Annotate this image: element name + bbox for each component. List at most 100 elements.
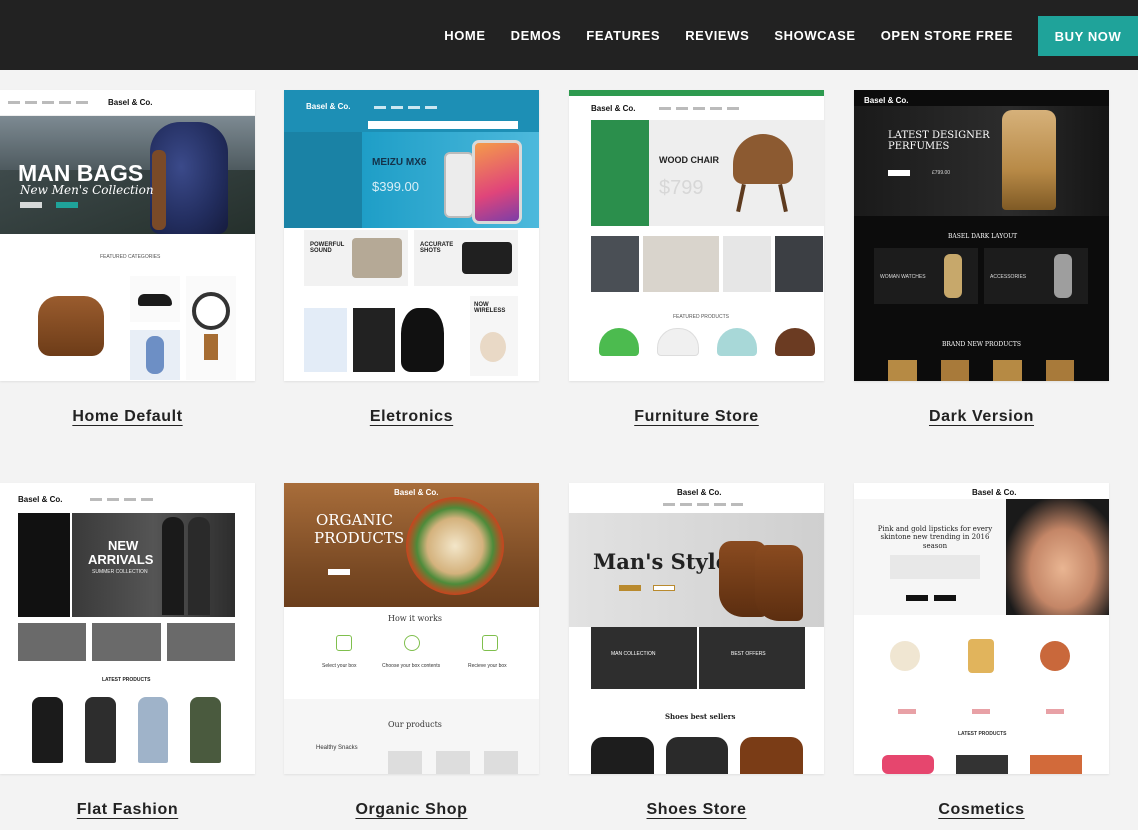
hero-headline: NEW [108, 538, 139, 553]
hero-headline: ARRIVALS [88, 552, 154, 567]
model-image [162, 517, 184, 615]
demo-title-cosmetics[interactable]: Cosmetics [854, 801, 1109, 819]
hero-tagline: New Men's Collection [20, 183, 154, 197]
product-image [1030, 755, 1082, 774]
how-it-works-title: How it works [388, 614, 442, 623]
hero-product-name: MEIZU MX6 [372, 157, 427, 168]
chair-white-image [657, 328, 699, 356]
shoe-product-image [740, 737, 804, 774]
hero-price: $799 [659, 177, 704, 199]
section-title: Shoes best sellers [665, 712, 736, 721]
duffel-bag-image [38, 296, 104, 356]
category-menu [591, 120, 649, 226]
hero-headline: LATEST DESIGNER PERFUMES [888, 130, 990, 152]
preview-header: Basel & Co. [284, 90, 539, 132]
salad-bowl-image [406, 497, 504, 595]
preview-logo: Basel & Co. [864, 96, 909, 105]
shoe-product-image [665, 737, 729, 774]
demo-title-organic-shop[interactable]: Organic Shop [284, 801, 539, 819]
phone-image [472, 140, 522, 224]
preview-logo: Basel & Co. [591, 104, 636, 113]
preview-logo: Basel & Co. [394, 488, 439, 497]
cream-jar-image [890, 641, 920, 671]
powder-image [1040, 641, 1070, 671]
chair-brown-image [775, 328, 815, 356]
section-title: FEATURED CATEGORIES [100, 254, 161, 260]
preview-logo: Basel & Co. [677, 488, 722, 497]
product-image [190, 697, 221, 763]
top-navbar: HOME DEMOS FEATURES REVIEWS SHOWCASE OPE… [0, 0, 1138, 70]
hero-headline: PRODUCTS [314, 529, 405, 547]
demo-title-furniture-store[interactable]: Furniture Store [569, 408, 824, 426]
hero-subtitle: SUMMER COLLECTION [92, 569, 148, 575]
watch-silver-image [1054, 254, 1072, 298]
preview-logo: Basel & Co. [972, 488, 1017, 497]
camera-image [462, 242, 512, 274]
nav-reviews[interactable]: REVIEWS [685, 28, 749, 43]
section-title: LATEST PRODUCTS [102, 677, 151, 683]
demo-preview-flat-fashion[interactable]: Basel & Co. NEW ARRIVALS SUMMER COLLECTI… [0, 483, 255, 774]
demo-title-home-default[interactable]: Home Default [0, 408, 255, 426]
demo-preview-cosmetics[interactable]: Basel & Co. Pink and gold lipsticks for … [854, 483, 1109, 774]
model-image [188, 517, 210, 615]
hero-price: $399.00 [372, 179, 419, 194]
search-input [368, 121, 518, 129]
collection-tiles [18, 623, 235, 661]
chair-teal-image [717, 328, 757, 356]
nav-open-store-free[interactable]: OPEN STORE FREE [881, 28, 1013, 43]
phone-product-image [352, 308, 396, 372]
category-menu [18, 513, 70, 617]
demo-title-flat-fashion[interactable]: Flat Fashion [0, 801, 255, 819]
speaker-product-image [401, 308, 445, 372]
chair-green-image [599, 328, 639, 356]
preview-header: Basel & Co. [0, 90, 255, 116]
product-image [882, 755, 934, 774]
speaker-image [352, 238, 402, 278]
boot-image [755, 545, 803, 621]
nav-showcase[interactable]: SHOWCASE [774, 28, 855, 43]
demo-title-dark-version[interactable]: Dark Version [854, 408, 1109, 426]
demo-title-shoes-store[interactable]: Shoes Store [569, 801, 824, 819]
demo-preview-home-default[interactable]: Basel & Co. MAN BAGS New Men's Collectio… [0, 90, 255, 381]
preview-logo: Basel & Co. [108, 98, 153, 107]
demo-preview-dark-version[interactable]: Basel & Co. LATEST DESIGNER PERFUMES £79… [854, 90, 1109, 381]
our-products-title: Our products [388, 720, 442, 729]
room-gallery [591, 236, 823, 292]
leaf-icon [404, 635, 420, 651]
section-title: BASEL DARK LAYOUT [948, 233, 1018, 240]
headphones-image [480, 332, 506, 362]
shoe-product-image [591, 737, 654, 774]
hero-headline: Man's Style [593, 549, 730, 574]
demo-preview-organic-shop[interactable]: Basel & Co. ORGANIC PRODUCTS How it work… [284, 483, 539, 774]
nav-features[interactable]: FEATURES [586, 28, 660, 43]
demo-preview-furniture-store[interactable]: Basel & Co. WOOD CHAIR $799 FEATURED PRO… [569, 90, 824, 381]
nav-demos[interactable]: DEMOS [511, 28, 562, 43]
nav-home[interactable]: HOME [444, 28, 485, 43]
model-face-image [1006, 499, 1109, 615]
product-image [137, 697, 169, 763]
category-menu [284, 132, 362, 228]
product-image [84, 697, 116, 763]
hero-headline: ORGANIC [316, 511, 393, 529]
preview-logo: Basel & Co. [18, 495, 63, 504]
hero-banner [854, 106, 1109, 216]
product-image [32, 697, 63, 763]
demo-title-eletronics[interactable]: Eletronics [284, 408, 539, 426]
brush-set-image [890, 555, 980, 579]
section-title: FEATURED PRODUCTS [673, 314, 730, 320]
hero-headline: WOOD CHAIR [659, 155, 719, 165]
new-products-title: BRAND NEW PRODUCTS [942, 341, 1021, 348]
preview-logo: Basel & Co. [306, 102, 351, 111]
perfume-bottle-image [1002, 110, 1056, 210]
buy-now-button[interactable]: BUY NOW [1038, 16, 1138, 56]
demo-preview-shoes-store[interactable]: Basel & Co. Man's Style MAN COLLECTION B… [569, 483, 824, 774]
hero-headline: Pink and gold lipsticks for every skinto… [877, 525, 993, 550]
box-icon [336, 635, 352, 651]
section-title: LATEST PRODUCTS [958, 731, 1007, 737]
tv-image [304, 308, 347, 372]
watch-image [192, 292, 230, 330]
main-nav: HOME DEMOS FEATURES REVIEWS SHOWCASE OPE… [444, 0, 1138, 70]
perfume-image [968, 639, 994, 673]
delivery-icon [482, 635, 498, 651]
demo-preview-eletronics[interactable]: Basel & Co. MEIZU MX6 $399.00 POWERFUL S… [284, 90, 539, 381]
